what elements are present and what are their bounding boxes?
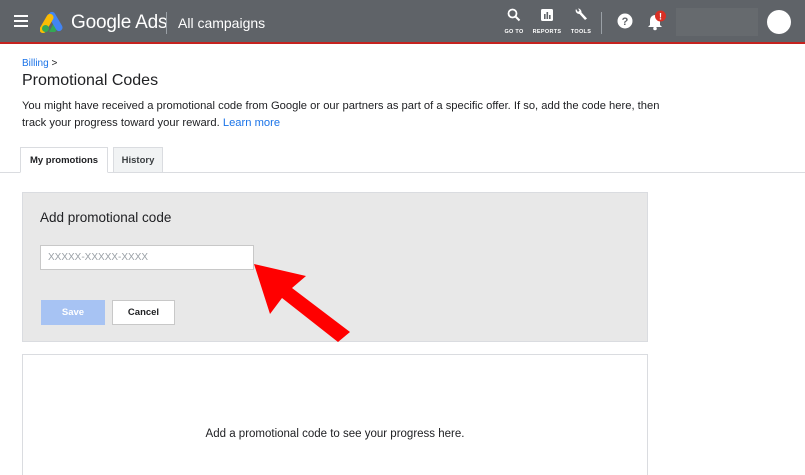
breadcrumb-separator: > [51, 58, 58, 69]
header-divider-right [601, 12, 602, 34]
card-title: Add promotional code [40, 210, 172, 225]
page-description: You might have received a promotional co… [22, 98, 662, 132]
google-ads-logo [40, 11, 63, 33]
search-icon [507, 8, 521, 22]
svg-text:?: ? [622, 16, 629, 28]
tab-history[interactable]: History [113, 147, 163, 173]
campaign-scope-title[interactable]: All campaigns [178, 15, 265, 31]
avatar[interactable] [767, 10, 791, 34]
brand-name: Google Ads [71, 12, 168, 33]
header-divider [166, 12, 167, 34]
learn-more-link[interactable]: Learn more [223, 117, 280, 129]
notification-badge: ! [659, 12, 662, 22]
top-app-bar: Google Ads All campaigns GO TO REPORTS T… [0, 0, 805, 44]
bell-icon: ! [648, 10, 666, 31]
tools-button[interactable]: TOOLS [561, 8, 601, 35]
hamburger-menu-icon[interactable] [14, 15, 28, 27]
breadcrumb[interactable]: Billing > [22, 58, 57, 69]
progress-card: Add a promotional code to see your progr… [22, 354, 648, 475]
cancel-button[interactable]: Cancel [112, 300, 175, 325]
tabs-divider [0, 172, 805, 173]
wrench-icon [575, 8, 587, 20]
notifications-button[interactable]: ! [645, 10, 667, 32]
page-title: Promotional Codes [22, 72, 159, 89]
save-button[interactable]: Save [41, 300, 105, 325]
red-arrow-annotation [254, 264, 350, 342]
help-icon[interactable]: ? [617, 13, 633, 29]
tools-label: TOOLS [570, 29, 592, 35]
progress-empty-message: Add a promotional code to see your progr… [205, 428, 465, 440]
account-info[interactable] [676, 8, 758, 36]
description-text: You might have received a promotional co… [22, 100, 660, 129]
breadcrumb-billing[interactable]: Billing [22, 58, 49, 69]
reports-icon [541, 9, 553, 21]
promo-code-input[interactable] [40, 245, 254, 270]
tab-my-promotions[interactable]: My promotions [20, 147, 108, 173]
